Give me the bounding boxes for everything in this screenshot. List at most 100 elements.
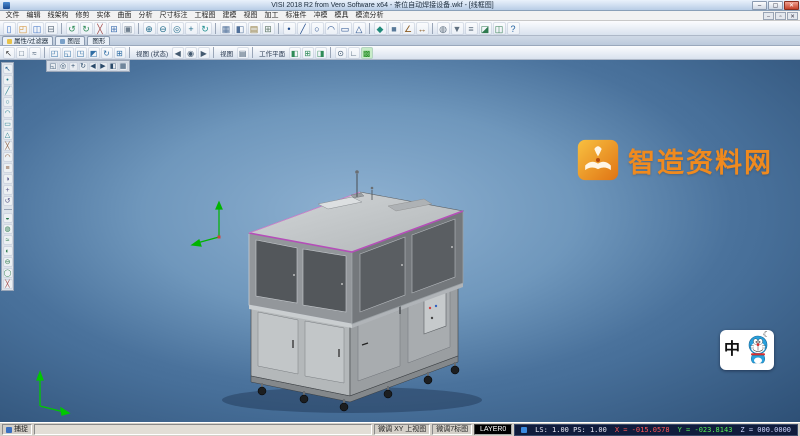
move-icon[interactable]: + [3,185,13,195]
zoom-out-icon[interactable]: ⊖ [157,22,170,35]
minimize-button[interactable]: – [752,1,767,10]
filter-icon[interactable]: ▼ [451,22,464,35]
sweep-icon[interactable]: ≈ [3,235,13,245]
shade-toggle-icon[interactable]: ◧ [109,62,118,71]
workplane-icon[interactable]: ◪ [479,22,492,35]
draw-line-icon[interactable]: ╱ [3,86,13,96]
workplane-new-icon[interactable]: ⊞ [302,47,314,59]
measure-icon[interactable]: ∠ [402,22,415,35]
view-top-icon[interactable]: ◰ [49,47,61,59]
menu-item[interactable]: 冲模 [310,11,331,21]
menu-item[interactable]: 修剪 [72,11,93,21]
view-state-prev-icon[interactable]: ◀ [172,47,184,59]
help-icon[interactable]: ? [507,22,520,35]
redo-icon[interactable]: ↻ [80,22,93,35]
delete-icon[interactable]: ╳ [3,279,13,289]
save-file-icon[interactable]: ◫ [31,22,44,35]
select-window-icon[interactable]: □ [16,47,28,59]
render-shaded-icon[interactable]: ▩ [361,47,373,59]
draw-point-icon[interactable]: • [3,75,13,85]
menu-item[interactable]: 实体 [93,11,114,21]
machine-3d-model[interactable] [0,60,800,422]
pan-icon[interactable]: + [185,22,198,35]
cut-icon[interactable]: ╳ [94,22,107,35]
circle-icon[interactable]: ○ [311,22,324,35]
point-icon[interactable]: • [283,22,296,35]
rotate-view-icon[interactable]: ↻ [199,22,212,35]
snap-toggle[interactable]: 捕捉 [2,424,32,435]
rotate-icon[interactable]: ↺ [3,196,13,206]
menu-item[interactable]: 文件 [2,11,23,21]
draw-circle-icon[interactable]: ○ [3,97,13,107]
view-list-icon[interactable]: ▤ [237,47,249,59]
close-button[interactable]: ✕ [784,1,799,10]
mdi-close-button[interactable]: ✕ [787,12,798,20]
new-file-icon[interactable]: ▯ [3,22,16,35]
workplane-align-icon[interactable]: ◨ [315,47,327,59]
arc-icon[interactable]: ◠ [325,22,338,35]
wireframe-toggle-icon[interactable]: ▦ [119,62,128,71]
view-iso-icon[interactable]: ◩ [88,47,100,59]
draw-arc-icon[interactable]: ◠ [3,108,13,118]
menu-item[interactable]: 尺寸标注 [156,11,191,21]
view-mode-indicator[interactable]: 微调 XY 上视图 [374,424,430,435]
surface-icon[interactable]: ◆ [374,22,387,35]
viewport-canvas[interactable]: 智造资料网 ☾ 中 [0,60,800,422]
select-icon[interactable]: ↖ [3,47,15,59]
dimension-icon[interactable]: ↔ [416,22,429,35]
layers-icon[interactable]: ▤ [248,22,261,35]
draw-polygon-icon[interactable]: △ [3,130,13,140]
menu-item[interactable]: 视图 [240,11,261,21]
mdi-restore-button[interactable]: ▫ [775,12,786,20]
pan-view-icon[interactable]: + [69,62,78,71]
menu-item[interactable]: 工程图 [191,11,219,21]
panel-tab[interactable]: 图形 [87,36,110,45]
offset-icon[interactable]: ≡ [3,163,13,173]
extrude-icon[interactable]: ◒ [3,213,13,223]
attributes-icon[interactable]: ≡ [465,22,478,35]
view-state-next-icon[interactable]: ▶ [198,47,210,59]
menu-item[interactable]: 分析 [135,11,156,21]
menu-item[interactable]: 建模 [219,11,240,21]
hide-show-icon[interactable]: ◍ [437,22,450,35]
panel-tab[interactable]: 图层 [55,36,85,45]
zoom-in-icon[interactable]: ⊕ [143,22,156,35]
solid-icon[interactable]: ■ [388,22,401,35]
menu-item[interactable]: 编辑 [23,11,44,21]
zoom-fit-icon[interactable]: ◎ [171,22,184,35]
mirror-icon[interactable]: ◑ [3,174,13,184]
rectangle-icon[interactable]: ▭ [339,22,352,35]
line-icon[interactable]: ╱ [297,22,310,35]
paste-icon[interactable]: ▣ [122,22,135,35]
polygon-icon[interactable]: △ [353,22,366,35]
panel-tab[interactable]: 属性/过滤器 [2,36,53,45]
shaded-view-icon[interactable]: ◧ [234,22,247,35]
menu-item[interactable]: 曲面 [114,11,135,21]
menu-item[interactable]: 模具 [331,11,352,21]
undo-icon[interactable]: ↺ [66,22,79,35]
shell-icon[interactable]: ◯ [3,268,13,278]
zoom-window-icon[interactable]: ⊞ [114,47,126,59]
open-file-icon[interactable]: ◰ [17,22,30,35]
view-previous-icon[interactable]: ◀ [89,62,98,71]
zoom-all-icon[interactable]: ◎ [59,62,68,71]
layer-indicator[interactable]: LAYER0 [474,424,512,435]
menu-item[interactable]: 线架构 [44,11,72,21]
zoom-window-icon[interactable]: ◱ [49,62,58,71]
copy-icon[interactable]: ⊞ [108,22,121,35]
workplane-xy-icon[interactable]: ◧ [289,47,301,59]
view-rotate-icon[interactable]: ↻ [101,47,113,59]
snap-settings-icon[interactable]: ⊙ [335,47,347,59]
view-side-icon[interactable]: ◳ [75,47,87,59]
revolve-icon[interactable]: ◍ [3,224,13,234]
menu-item[interactable]: 标准件 [282,11,310,21]
view-front-icon[interactable]: ◱ [62,47,74,59]
draw-rectangle-icon[interactable]: ▭ [3,119,13,129]
view-name-indicator[interactable]: 微调7标图 [432,424,472,435]
menu-item[interactable]: 模流分析 [352,11,387,21]
select-chain-icon[interactable]: ≈ [29,47,41,59]
print-icon[interactable]: ⊟ [45,22,58,35]
view-state-save-icon[interactable]: ◉ [185,47,197,59]
boolean-subtract-icon[interactable]: ⊖ [3,257,13,267]
fillet-icon[interactable]: ◠ [3,152,13,162]
